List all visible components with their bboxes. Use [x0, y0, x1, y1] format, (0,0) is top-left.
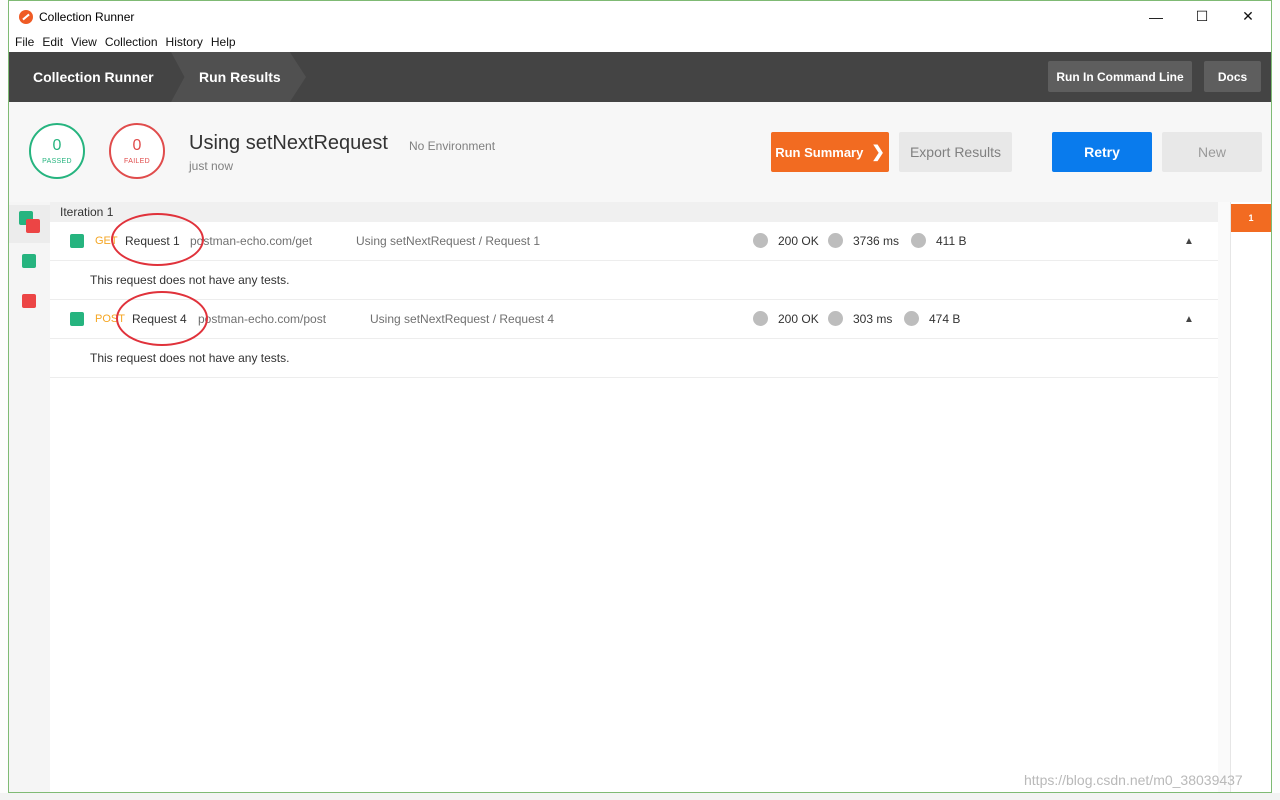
- close-icon[interactable]: ✕: [1225, 1, 1271, 32]
- status-dot-icon: [753, 233, 768, 248]
- run-in-command-line-button[interactable]: Run In Command Line: [1048, 61, 1192, 92]
- window-bottom-edge: [0, 793, 1280, 800]
- postman-logo-icon: [19, 9, 33, 24]
- time-dot-icon: [828, 311, 843, 326]
- maximize-icon[interactable]: ☐: [1179, 1, 1225, 32]
- run-summary-button[interactable]: Run Summary ❯: [771, 132, 889, 172]
- run-timestamp: just now: [189, 159, 234, 173]
- request-path: Using setNextRequest / Request 1: [356, 234, 541, 248]
- size-dot-icon: [911, 233, 926, 248]
- docs-button[interactable]: Docs: [1204, 61, 1261, 92]
- runner-header: Collection Runner Run Results Run In Com…: [9, 52, 1271, 102]
- request-status-icon: [70, 234, 84, 248]
- environment-label: No Environment: [409, 139, 496, 153]
- run-summary-bar: 0 PASSED 0 FAILED Using setNextRequest N…: [9, 102, 1271, 202]
- minimize-icon[interactable]: —: [1133, 1, 1179, 32]
- response-size: 474 B: [929, 312, 961, 326]
- failed-label: FAILED: [124, 158, 150, 165]
- app-window: Collection Runner — ☐ ✕ File Edit View C…: [8, 0, 1272, 793]
- response-status: 200 OK: [778, 312, 819, 326]
- export-results-button[interactable]: Export Results: [899, 132, 1012, 172]
- response-time: 303 ms: [853, 312, 893, 326]
- run-name: Using setNextRequest: [189, 132, 388, 154]
- menu-file[interactable]: File: [13, 35, 40, 49]
- background-left-strip: [0, 0, 8, 800]
- request-path: Using setNextRequest / Request 4: [370, 312, 555, 326]
- run-summary-label: Run Summary: [775, 144, 864, 160]
- background-right-strip: [1272, 0, 1280, 800]
- iteration-header: Iteration 1: [50, 202, 1218, 222]
- status-dot-icon: [753, 311, 768, 326]
- menu-bar: File Edit View Collection History Help: [9, 32, 1271, 52]
- passed-count: 0: [52, 137, 62, 154]
- time-dot-icon: [828, 233, 843, 248]
- passed-counter: 0 PASSED: [29, 123, 85, 179]
- request-url: postman-echo.com/get: [190, 234, 313, 248]
- size-dot-icon: [904, 311, 919, 326]
- menu-edit[interactable]: Edit: [40, 35, 69, 49]
- annotation-circle: [116, 291, 208, 346]
- request-row[interactable]: POST Request 4 postman-echo.com/post Usi…: [50, 300, 1218, 339]
- results-list: Iteration 1 GET Request 1 postman-echo.c…: [50, 202, 1218, 792]
- tests-message-row: This request does not have any tests.: [50, 261, 1218, 300]
- menu-collection[interactable]: Collection: [103, 35, 164, 49]
- breadcrumb-run-results[interactable]: Run Results: [171, 52, 306, 102]
- new-button[interactable]: New: [1162, 132, 1262, 172]
- failed-filter-icon[interactable]: [22, 294, 36, 308]
- menu-help[interactable]: Help: [209, 35, 242, 49]
- window-controls: — ☐ ✕: [1133, 1, 1271, 32]
- failed-counter: 0 FAILED: [109, 123, 165, 179]
- window-title: Collection Runner: [39, 9, 135, 24]
- response-status: 200 OK: [778, 234, 819, 248]
- iteration-status-rail: [9, 202, 51, 792]
- mixed-status-red-icon: [26, 219, 40, 233]
- iteration-tabs-panel: 1: [1230, 202, 1271, 792]
- passed-filter-icon[interactable]: [22, 254, 36, 268]
- request-url: postman-echo.com/post: [198, 312, 327, 326]
- chevron-right-icon: ❯: [871, 144, 885, 161]
- response-size: 411 B: [936, 234, 967, 248]
- response-time: 3736 ms: [853, 234, 900, 248]
- failed-count: 0: [132, 137, 142, 154]
- watermark: https://blog.csdn.net/m0_38039437: [1024, 772, 1243, 788]
- passed-label: PASSED: [42, 158, 72, 165]
- retry-button[interactable]: Retry: [1052, 132, 1152, 172]
- collapse-caret-icon[interactable]: ▲: [1184, 222, 1194, 260]
- menu-view[interactable]: View: [69, 35, 103, 49]
- tests-message: This request does not have any tests.: [90, 351, 290, 365]
- request-status-icon: [70, 312, 84, 326]
- request-row[interactable]: GET Request 1 postman-echo.com/get Using…: [50, 222, 1218, 261]
- breadcrumb-collection-runner[interactable]: Collection Runner: [9, 52, 179, 102]
- iteration-tab[interactable]: 1: [1231, 204, 1271, 232]
- rail-iteration-selected[interactable]: [9, 205, 50, 243]
- collapse-caret-icon[interactable]: ▲: [1184, 300, 1194, 338]
- tests-message-row: This request does not have any tests.: [50, 339, 1218, 378]
- tests-message: This request does not have any tests.: [90, 273, 290, 287]
- title-bar: Collection Runner — ☐ ✕: [9, 1, 1271, 32]
- results-scrollbar[interactable]: [1218, 202, 1230, 792]
- annotation-circle: [111, 213, 204, 266]
- menu-history[interactable]: History: [164, 35, 209, 49]
